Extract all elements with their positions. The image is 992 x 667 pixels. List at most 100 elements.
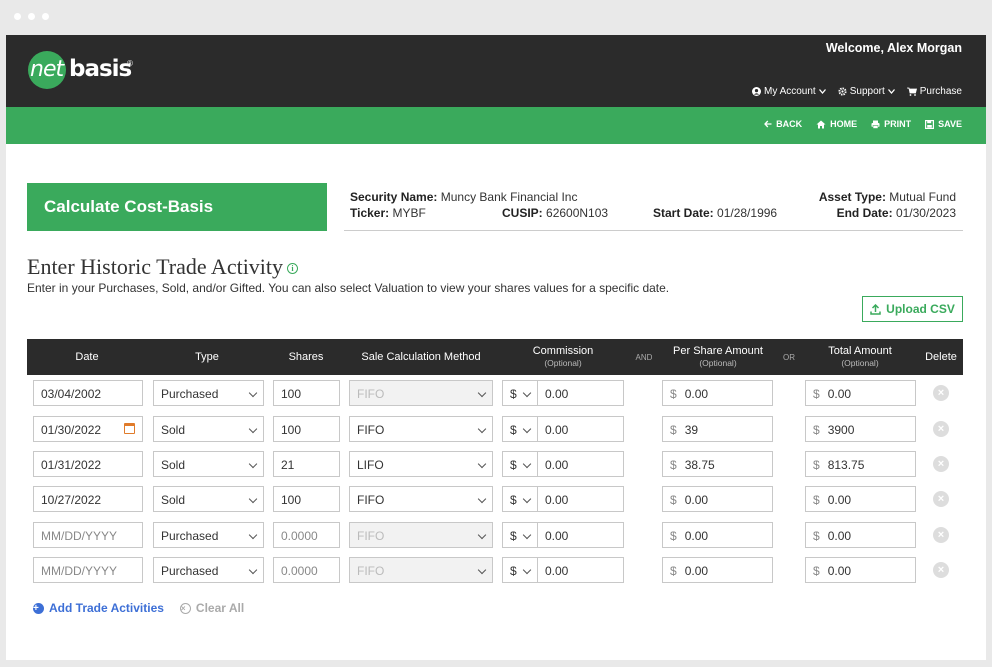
sale-method-select[interactable]: FIFO [349, 557, 493, 583]
date-input[interactable]: 10/27/2022 [33, 486, 143, 512]
arrow-left-icon [764, 120, 772, 128]
date-input[interactable]: 03/04/2002 [33, 380, 143, 406]
col-per-share: Per Share Amount (Optional) [663, 345, 773, 368]
currency-value: $ [510, 564, 517, 578]
sale-method-select[interactable]: FIFO [349, 416, 493, 442]
logo-registered-mark: ® [127, 59, 133, 68]
chevron-down-icon [522, 565, 532, 575]
back-label: BACK [776, 119, 803, 129]
per-share-input[interactable]: $0.00 [662, 522, 773, 548]
logo-net-text: net [30, 57, 64, 82]
date-input[interactable]: 01/30/2022 [33, 416, 143, 442]
per-share-input[interactable]: $0.00 [662, 486, 773, 512]
save-button[interactable]: SAVE [925, 119, 962, 129]
per-share-input[interactable]: $38.75 [662, 451, 773, 477]
total-amount-input[interactable]: $0.00 [805, 522, 916, 548]
commission-input[interactable]: 0.00 [537, 557, 624, 583]
commission-value: 0.00 [545, 529, 569, 543]
per-share-input[interactable]: $0.00 [662, 380, 773, 406]
delete-row-button[interactable]: × [933, 456, 949, 472]
dollar-icon: $ [670, 493, 677, 507]
date-input[interactable]: MM/DD/YYYY [33, 557, 143, 583]
type-select[interactable]: Sold [153, 451, 264, 477]
total-amount-input[interactable]: $813.75 [805, 451, 916, 477]
commission-currency-select[interactable]: $ [502, 557, 538, 583]
total-amount-input[interactable]: $3900 [805, 416, 916, 442]
commission-currency-select[interactable]: $ [502, 486, 538, 512]
chevron-down-icon [477, 494, 487, 504]
commission-input[interactable]: 0.00 [537, 522, 624, 548]
date-input[interactable]: 01/31/2022 [33, 451, 143, 477]
commission-currency-select[interactable]: $ [502, 522, 538, 548]
commission-currency-select[interactable]: $ [502, 416, 538, 442]
cart-icon [906, 87, 917, 96]
per-share-input[interactable]: $0.00 [662, 557, 773, 583]
purchase-link[interactable]: Purchase [906, 86, 962, 97]
chevron-down-icon [477, 459, 487, 469]
add-trade-activities-button[interactable]: + Add Trade Activities [33, 601, 164, 615]
type-value: Purchased [161, 564, 219, 578]
type-value: Sold [161, 423, 186, 437]
shares-input[interactable]: 0.0000 [273, 557, 340, 583]
delete-row-button[interactable]: × [933, 421, 949, 437]
close-icon: × [937, 387, 945, 399]
upload-csv-button[interactable]: Upload CSV [862, 296, 963, 322]
home-icon [816, 120, 826, 128]
support-menu[interactable]: Support [838, 86, 895, 97]
total-amount-value: 0.00 [827, 529, 852, 543]
info-icon[interactable]: i [287, 263, 299, 275]
print-button[interactable]: PRINT [871, 119, 911, 129]
shares-input[interactable]: 0.0000 [273, 522, 340, 548]
type-select[interactable]: Purchased [153, 380, 264, 406]
commission-input[interactable]: 0.00 [537, 451, 624, 477]
my-account-menu[interactable]: My Account [752, 86, 826, 97]
type-select[interactable]: Sold [153, 416, 264, 442]
app-frame: net basis ® Welcome, Alex Morgan My Acco… [6, 35, 986, 660]
delete-row-button[interactable]: × [933, 562, 949, 578]
commission-input[interactable]: 0.00 [537, 486, 624, 512]
clear-all-button[interactable]: × Clear All [179, 601, 244, 615]
type-value: Sold [161, 493, 186, 507]
print-label: PRINT [884, 119, 912, 129]
sale-method-select[interactable]: FIFO [349, 380, 493, 406]
total-amount-value: 3900 [827, 423, 855, 437]
back-button[interactable]: BACK [764, 119, 802, 129]
delete-row-button[interactable]: × [933, 385, 949, 401]
home-button[interactable]: HOME [816, 119, 857, 129]
commission-currency-select[interactable]: $ [502, 380, 538, 406]
close-icon: × [937, 529, 945, 541]
commission-input[interactable]: 0.00 [537, 380, 624, 406]
chevron-down-icon [248, 494, 258, 504]
window-dot [42, 13, 49, 20]
date-value: MM/DD/YYYY [41, 564, 118, 578]
type-select[interactable]: Purchased [153, 557, 264, 583]
shares-input[interactable]: 21 [273, 451, 340, 477]
delete-row-button[interactable]: × [933, 527, 949, 543]
table-row: 03/04/2002 Purchased 100 FIFO $0.00 $0.00 $0.0… [27, 380, 963, 406]
shares-input[interactable]: 100 [273, 380, 340, 406]
type-select[interactable]: Purchased [153, 522, 264, 548]
close-icon: × [937, 458, 945, 470]
per-share-input[interactable]: $39 [662, 416, 773, 442]
date-input[interactable]: MM/DD/YYYY [33, 522, 143, 548]
calendar-icon[interactable] [124, 423, 135, 434]
security-name-label: Security Name: [350, 190, 438, 204]
dollar-icon: $ [813, 423, 820, 437]
sale-method-select[interactable]: FIFO [349, 486, 493, 512]
support-label: Support [849, 86, 885, 97]
type-select[interactable]: Sold [153, 486, 264, 512]
total-amount-input[interactable]: $0.00 [805, 557, 916, 583]
total-amount-input[interactable]: $0.00 [805, 486, 916, 512]
total-amount-value: 0.00 [827, 387, 852, 401]
shares-input[interactable]: 100 [273, 486, 340, 512]
delete-row-button[interactable]: × [933, 491, 949, 507]
chevron-down-icon [248, 530, 258, 540]
sale-method-select[interactable]: LIFO [349, 451, 493, 477]
sale-method-select[interactable]: FIFO [349, 522, 493, 548]
col-type: Type [195, 351, 219, 363]
total-amount-input[interactable]: $0.00 [805, 380, 916, 406]
commission-input[interactable]: 0.00 [537, 416, 624, 442]
commission-currency-select[interactable]: $ [502, 451, 538, 477]
table-row: MM/DD/YYYY Purchased 0.0000 FIFO $0.00 $0.00 $… [27, 557, 963, 583]
shares-input[interactable]: 100 [273, 416, 340, 442]
